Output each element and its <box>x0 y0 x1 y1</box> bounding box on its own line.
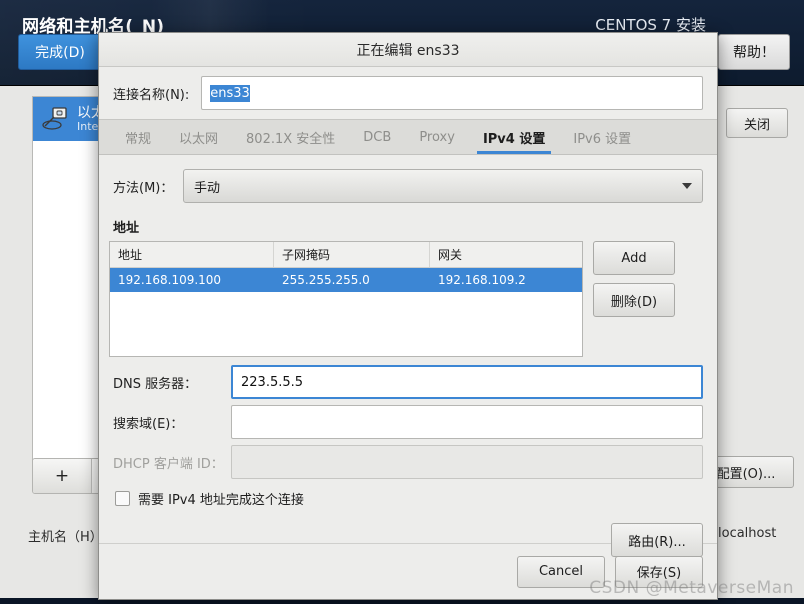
search-domains-input[interactable] <box>231 405 703 439</box>
routes-button[interactable]: 路由(R)... <box>611 523 703 557</box>
table-row[interactable]: 192.168.109.100 255.255.255.0 192.168.10… <box>110 268 582 292</box>
tab-8021x-security[interactable]: 802.1X 安全性 <box>232 120 349 154</box>
tab-proxy[interactable]: Proxy <box>405 120 469 154</box>
method-row: 方法(M)： 手动 <box>113 169 703 203</box>
require-ipv4-row[interactable]: 需要 IPv4 地址完成这个连接 <box>115 489 304 508</box>
tab-general[interactable]: 常规 <box>111 120 165 154</box>
tab-ipv4-settings[interactable]: IPv4 设置 <box>469 120 559 154</box>
ethernet-icon <box>41 105 69 133</box>
connection-name-label: 连接名称(N): <box>113 84 189 103</box>
column-header-address: 地址 <box>110 242 274 267</box>
method-value: 手动 <box>194 177 220 196</box>
dns-servers-row: DNS 服务器： 223.5.5.5 <box>113 365 703 399</box>
cell-address: 192.168.109.100 <box>110 268 274 292</box>
edit-connection-dialog: 正在编辑 ens33 连接名称(N): ens33 常规 以太网 802.1X … <box>98 32 718 600</box>
addresses-table[interactable]: 地址 子网掩码 网关 192.168.109.100 255.255.255.0… <box>109 241 583 357</box>
close-button[interactable]: 关闭 <box>726 108 788 138</box>
require-ipv4-checkbox[interactable] <box>115 491 130 506</box>
search-domains-row: 搜索域(E)： <box>113 405 703 439</box>
chevron-down-icon <box>682 183 692 189</box>
connection-name-input[interactable]: ens33 <box>201 76 703 110</box>
dhcp-client-id-row: DHCP 客户端 ID： <box>113 445 703 479</box>
cancel-button[interactable]: Cancel <box>517 556 605 588</box>
tab-dcb[interactable]: DCB <box>349 120 405 154</box>
table-header-row: 地址 子网掩码 网关 <box>110 242 582 268</box>
method-select[interactable]: 手动 <box>183 169 703 203</box>
dns-servers-value: 223.5.5.5 <box>241 375 303 390</box>
dhcp-client-id-label: DHCP 客户端 ID： <box>113 453 231 472</box>
cell-netmask: 255.255.255.0 <box>274 268 430 292</box>
cell-gateway: 192.168.109.2 <box>430 268 582 292</box>
add-device-button[interactable]: + <box>33 459 92 493</box>
column-header-gateway: 网关 <box>430 242 582 267</box>
tab-ipv6-settings[interactable]: IPv6 设置 <box>559 120 645 154</box>
hostname-label: 主机名（H） <box>28 526 103 545</box>
require-ipv4-label: 需要 IPv4 地址完成这个连接 <box>138 489 304 508</box>
save-button[interactable]: 保存(S) <box>615 556 703 588</box>
hostname-value: localhost <box>718 526 776 541</box>
tab-ethernet[interactable]: 以太网 <box>165 120 232 154</box>
dns-servers-input[interactable]: 223.5.5.5 <box>231 365 703 399</box>
ipv4-settings-panel: 方法(M)： 手动 地址 地址 子网掩码 网关 192.168.109.100 … <box>99 155 717 543</box>
search-domains-label: 搜索域(E)： <box>113 413 231 432</box>
dialog-tabs: 常规 以太网 802.1X 安全性 DCB Proxy IPv4 设置 IPv6… <box>99 119 717 155</box>
connection-name-value: ens33 <box>210 85 250 102</box>
addresses-section-label: 地址 <box>113 217 139 236</box>
dialog-title: 正在编辑 ens33 <box>356 40 459 60</box>
connection-name-row: 连接名称(N): ens33 <box>99 67 717 119</box>
dialog-titlebar: 正在编辑 ens33 <box>99 33 717 67</box>
done-button[interactable]: 完成(D) <box>18 34 102 70</box>
column-header-netmask: 子网掩码 <box>274 242 430 267</box>
help-button[interactable]: 帮助！ <box>718 34 790 70</box>
delete-address-button[interactable]: 删除(D) <box>593 283 675 317</box>
add-address-button[interactable]: Add <box>593 241 675 275</box>
dhcp-client-id-input <box>231 445 703 479</box>
dns-servers-label: DNS 服务器： <box>113 373 231 392</box>
method-label: 方法(M)： <box>113 177 169 196</box>
